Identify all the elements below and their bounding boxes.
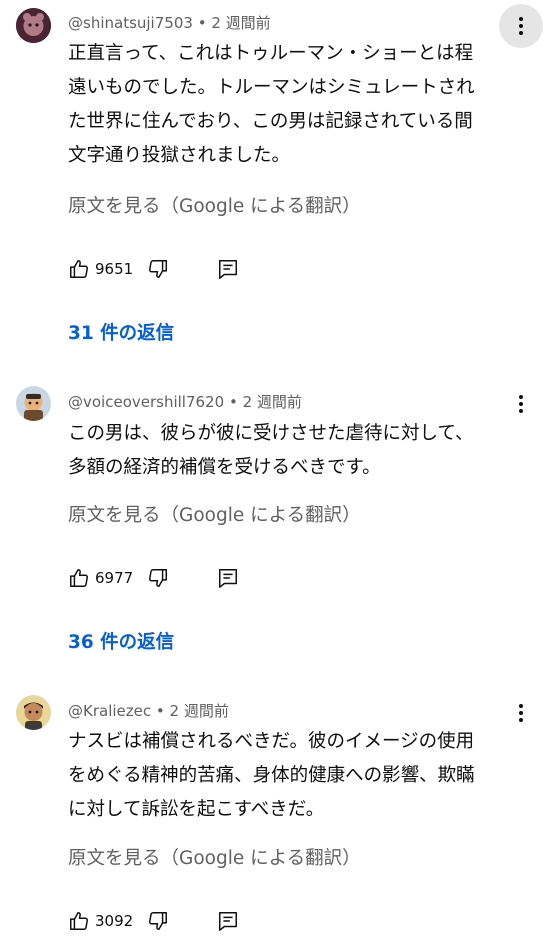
comment-meta: @voiceovershill7620 • 2 週間前 [68, 391, 302, 412]
like-count: 9651 [95, 260, 134, 278]
comment-time: 2 週間前 [211, 14, 271, 32]
comment: @Kraliezec • 2 週間前 ナスビは補償されるべきだ。彼のイメージの使… [0, 690, 550, 935]
avatar[interactable] [16, 386, 51, 421]
reply-icon[interactable] [217, 567, 239, 589]
separator: • [228, 393, 238, 411]
more-vert-icon [519, 17, 523, 21]
comment: @shinatsuji7503 • 2 週間前 正直言って、これはトゥルーマン・… [0, 0, 550, 360]
comment-text: この男は、彼らが彼に受けさせた虐待に対して、 多額の経済的補償を受けるべきです。 [68, 423, 474, 478]
thumb-down-icon[interactable] [147, 910, 169, 932]
avatar[interactable] [16, 8, 51, 43]
view-replies-link[interactable]: 36 件の返信 [68, 628, 174, 654]
see-original-link[interactable]: 原文を見る（Google による翻訳） [68, 192, 361, 218]
thumb-up-icon[interactable] [68, 910, 90, 932]
comment-time: 2 週間前 [242, 393, 302, 411]
comment-actions: 9651 [68, 258, 268, 284]
author-name[interactable]: @Kraliezec [68, 702, 151, 720]
comment: @voiceovershill7620 • 2 週間前 この男は、彼らが彼に受け… [0, 380, 550, 660]
comment-time: 2 週間前 [169, 702, 229, 720]
comment-meta: @shinatsuji7503 • 2 週間前 [68, 12, 271, 33]
separator: • [197, 14, 207, 32]
thumb-down-icon[interactable] [147, 567, 169, 589]
separator: • [155, 702, 165, 720]
see-original-link[interactable]: 原文を見る（Google による翻訳） [68, 501, 361, 527]
like-count: 3092 [95, 912, 134, 930]
author-name[interactable]: @shinatsuji7503 [68, 14, 193, 32]
avatar[interactable] [16, 695, 51, 730]
reply-icon[interactable] [217, 258, 239, 280]
view-replies-link[interactable]: 31 件の返信 [68, 319, 174, 345]
more-options-button[interactable] [508, 391, 534, 417]
comment-text: 正直言って、これはトゥルーマン・ショーとは程 遠いものでした。トルーマンはシミュ… [68, 43, 475, 166]
comment-meta: @Kraliezec • 2 週間前 [68, 700, 229, 721]
more-vert-icon [519, 395, 523, 399]
see-original-link[interactable]: 原文を見る（Google による翻訳） [68, 844, 361, 870]
more-vert-icon [519, 704, 523, 708]
like-count: 6977 [95, 569, 134, 587]
comment-actions: 3092 [68, 910, 268, 936]
reply-icon[interactable] [217, 910, 239, 932]
thumb-up-icon[interactable] [68, 258, 90, 280]
thumb-down-icon[interactable] [147, 258, 169, 280]
author-name[interactable]: @voiceovershill7620 [68, 393, 224, 411]
comment-text: ナスビは補償されるべきだ。彼のイメージの使用 をめぐる精神的苦痛、身体的健康への… [68, 731, 475, 820]
more-options-button[interactable] [508, 700, 534, 726]
thumb-up-icon[interactable] [68, 567, 90, 589]
comment-actions: 6977 [68, 567, 268, 593]
